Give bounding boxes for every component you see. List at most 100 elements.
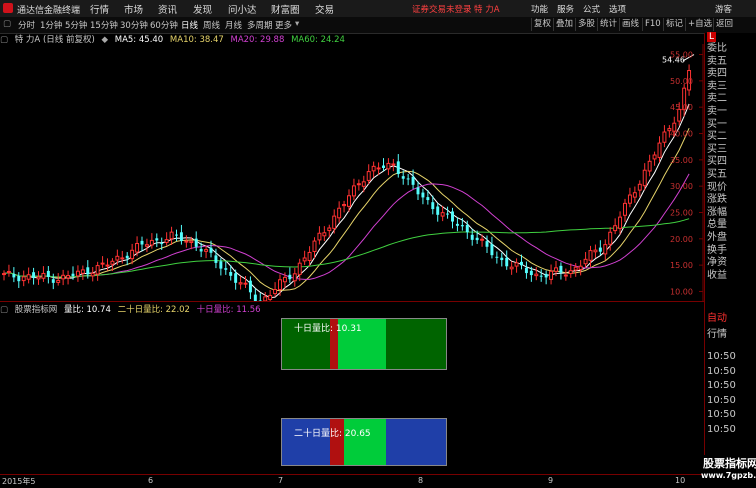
candlestick-chart[interactable]: 54.466.67 55.0050.0045.0040.0035.0030.00… (0, 44, 704, 302)
menu-news[interactable]: 资讯 (158, 2, 177, 16)
menu-wealth[interactable]: 财富圈 (271, 2, 300, 16)
candle-body (514, 262, 519, 267)
y-tick-label: 20.00 (670, 235, 693, 244)
ma5-line (3, 103, 690, 299)
candle-body (179, 232, 183, 241)
panel-icon: ▢ (0, 305, 9, 315)
candle-body (36, 276, 41, 280)
candle-body (80, 269, 85, 274)
indicator-title: 股票指标网 (14, 305, 58, 315)
candle-body (155, 238, 159, 241)
candle-body (480, 238, 485, 241)
candle-body (219, 261, 223, 269)
indicator-legend: ▢ 股票指标网 量比: 10.74 二十日量比: 22.02 十日量比: 11.… (0, 303, 265, 315)
chevron-down-icon[interactable]: ▾ (295, 19, 299, 29)
candle-body (544, 273, 548, 278)
candle-body (46, 270, 50, 277)
candle-body (71, 273, 75, 277)
add-watchlist-button[interactable]: +自选 (685, 18, 714, 31)
candle-body (238, 282, 243, 285)
y-tick-label: 15.00 (670, 261, 693, 270)
candle-body (209, 247, 213, 253)
stats-button[interactable]: 统计 (597, 18, 619, 31)
vol-ratio-10-label: 十日量比: 11.56 (196, 305, 261, 315)
menu-trade[interactable]: 交易 (315, 2, 334, 16)
tab-more[interactable]: 更多 (275, 19, 292, 31)
tick-time: 10:50 (707, 365, 736, 377)
candle-body (184, 240, 189, 243)
watermark-url: www.7gpzb.com (701, 471, 756, 480)
candle-body (327, 227, 332, 232)
candle-body (120, 257, 125, 260)
y-tick-label: 10.00 (670, 287, 693, 296)
candle-body (32, 272, 36, 278)
candle-body (632, 192, 637, 198)
candle-body (199, 248, 203, 252)
tab-quotes[interactable]: 行情 (707, 325, 727, 340)
app-logo-icon (3, 3, 13, 13)
candle-body (426, 197, 430, 201)
menu-market[interactable]: 市场 (124, 2, 143, 16)
menu-formula[interactable]: 公式 (583, 3, 600, 15)
tab-1min[interactable]: 1分钟 (40, 19, 62, 31)
y-tick-label: 45.00 (670, 103, 693, 112)
tab-daily[interactable]: 日线 (181, 19, 198, 31)
overlay-button[interactable]: 叠加 (553, 18, 575, 31)
candle-body (144, 244, 149, 247)
adjust-button[interactable]: 复权 (531, 18, 553, 31)
menu-discover[interactable]: 发现 (193, 2, 212, 16)
login-status[interactable]: 证券交易未登录 (412, 3, 472, 15)
candle-body (593, 249, 598, 253)
candle-body (278, 279, 282, 290)
y-tick-label: 30.00 (670, 182, 693, 191)
quote-side-panel: L 委比 卖五 卖四 卖三 卖二 卖一 买一 买二 买三 买四 买五 现价 涨跌 涨幅 总量 外盘 换手 净资 收益… (704, 32, 756, 487)
tab-weekly[interactable]: 周线 (203, 19, 220, 31)
layout-icon[interactable]: ▢ (3, 19, 11, 29)
x-axis-label: 8 (418, 476, 424, 485)
candle-body (563, 274, 568, 277)
order-book-label: 收益 (707, 269, 727, 281)
tab-60min[interactable]: 60分钟 (150, 19, 178, 31)
candle-body (371, 165, 376, 172)
menu-ask[interactable]: 问小达 (228, 2, 257, 16)
candle-body (282, 276, 287, 283)
candle-body (86, 267, 90, 275)
candle-body (100, 262, 105, 265)
f10-button[interactable]: F10 (642, 18, 663, 31)
candle-body (288, 274, 292, 280)
menu-service[interactable]: 服务 (557, 3, 574, 15)
candle-body (440, 212, 445, 217)
candle-body (608, 231, 613, 245)
tab-5min[interactable]: 5分钟 (65, 19, 87, 31)
tab-multi-period[interactable]: 多周期 (247, 19, 273, 31)
candle-body (51, 279, 55, 283)
tab-monthly[interactable]: 月线 (225, 19, 242, 31)
menu-functions[interactable]: 功能 (531, 3, 548, 15)
candle-body (21, 276, 26, 282)
indicator-box-10day: 十日量比: 10.31 (281, 318, 447, 370)
tab-15min[interactable]: 15分钟 (90, 19, 118, 31)
tick-time: 10:50 (707, 380, 736, 391)
guest-user[interactable]: 游客 (715, 3, 732, 15)
menu-options[interactable]: 选项 (609, 3, 626, 15)
candle-body (26, 274, 31, 280)
candle-body (613, 225, 618, 232)
menu-market-quotes[interactable]: 行情 (90, 2, 109, 16)
mark-button[interactable]: 标记 (663, 18, 685, 31)
candle-body (115, 255, 120, 261)
candle-body (627, 194, 632, 204)
multi-stock-button[interactable]: 多股 (575, 18, 597, 31)
back-button[interactable]: 返回 (713, 18, 735, 31)
draw-button[interactable]: 画线 (619, 18, 641, 31)
tick-time: 10:50 (707, 394, 736, 406)
tab-30min[interactable]: 30分钟 (120, 19, 148, 31)
candle-body (446, 213, 450, 215)
tab-timeshare[interactable]: 分时 (18, 19, 35, 31)
candle-body (568, 270, 573, 275)
candle-body (356, 183, 361, 186)
tab-auto[interactable]: 自动 (707, 309, 727, 324)
candle-body (234, 273, 238, 283)
candle-body (214, 255, 218, 263)
candle-body (95, 265, 100, 275)
candle-body (135, 243, 140, 253)
